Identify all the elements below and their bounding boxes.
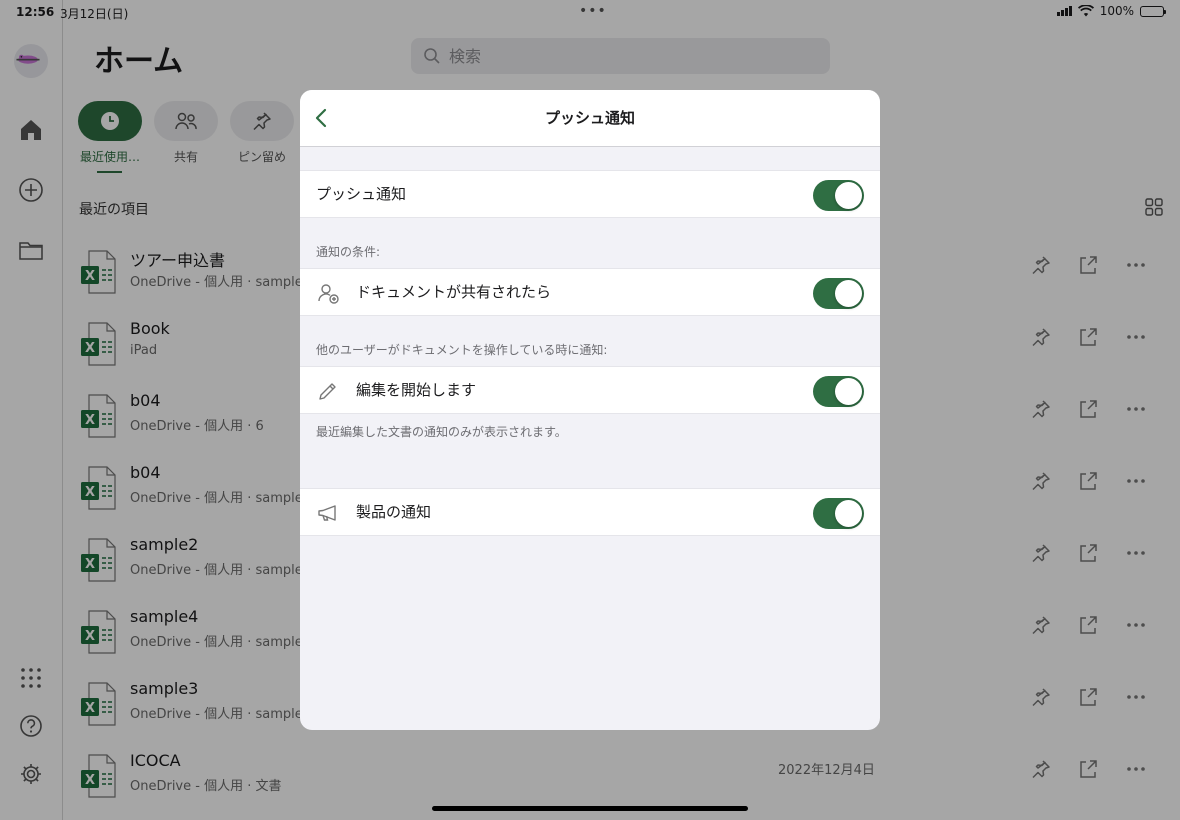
row-label: 製品の通知 bbox=[356, 503, 432, 521]
product-notifications-toggle[interactable] bbox=[813, 498, 864, 529]
section-header-conditions: 通知の条件: bbox=[316, 245, 381, 259]
row-label: 編集を開始します bbox=[356, 381, 477, 399]
row-document-shared: ドキュメントが共有されたら bbox=[300, 268, 880, 316]
row-push-notifications: プッシュ通知 bbox=[300, 170, 880, 218]
pencil-icon bbox=[316, 379, 340, 403]
sheet-title: プッシュ通知 bbox=[544, 109, 635, 127]
sheet-header: プッシュ通知 bbox=[300, 90, 880, 147]
row-label: プッシュ通知 bbox=[316, 185, 407, 203]
push-notifications-toggle[interactable] bbox=[813, 180, 864, 211]
toggle-knob bbox=[835, 182, 862, 209]
section-footer-note: 最近編集した文書の通知のみが表示されます。 bbox=[316, 425, 567, 439]
start-editing-toggle[interactable] bbox=[813, 376, 864, 407]
row-label: ドキュメントが共有されたら bbox=[356, 283, 552, 301]
section-header-others: 他のユーザーがドキュメントを操作している時に通知: bbox=[316, 343, 608, 357]
row-start-editing: 編集を開始します bbox=[300, 366, 880, 414]
row-product-notifications: 製品の通知 bbox=[300, 488, 880, 536]
megaphone-icon bbox=[316, 501, 340, 525]
toggle-knob bbox=[835, 500, 862, 527]
push-notification-sheet: プッシュ通知 プッシュ通知 通知の条件: ドキュメントが共有されたら 他のユーザ… bbox=[300, 90, 880, 730]
person-add-icon bbox=[316, 281, 340, 305]
document-shared-toggle[interactable] bbox=[813, 278, 864, 309]
toggle-knob bbox=[835, 378, 862, 405]
toggle-knob bbox=[835, 280, 862, 307]
home-indicator[interactable] bbox=[432, 806, 748, 811]
